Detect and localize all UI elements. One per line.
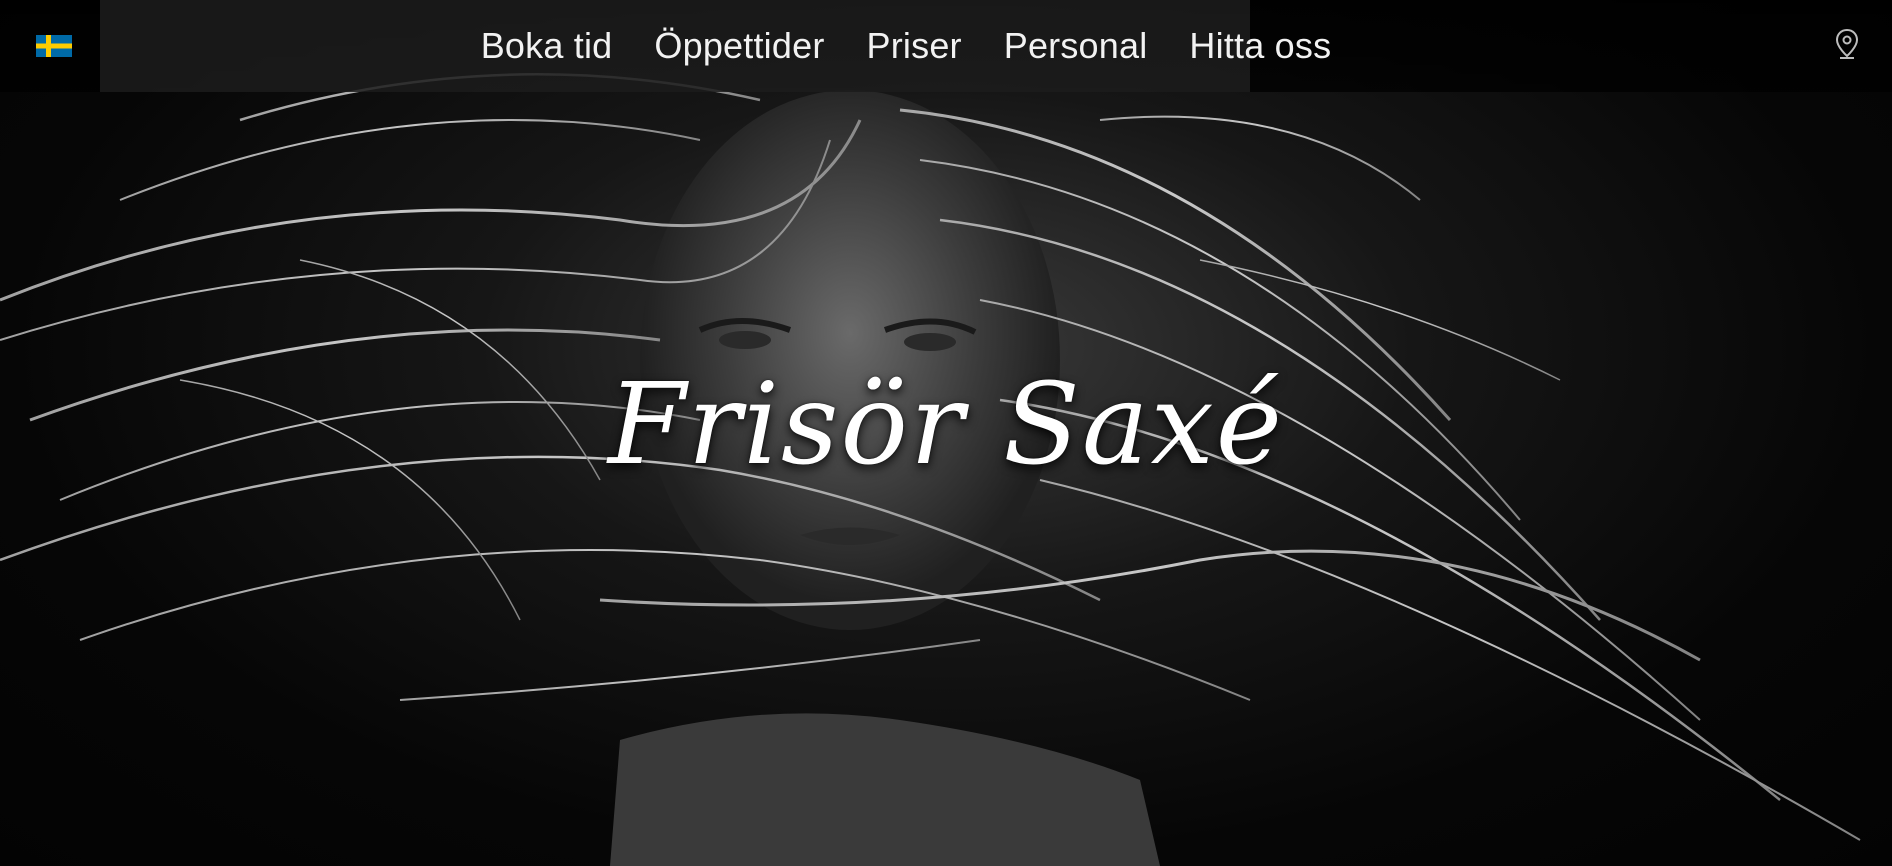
nav-personal[interactable]: Personal [1004, 25, 1148, 67]
brand-title: Frisör Saxé [607, 360, 1285, 490]
map-pin-icon[interactable] [1834, 28, 1860, 60]
nav-oppettider[interactable]: Öppettider [654, 25, 824, 67]
main-nav: Boka tid Öppettider Priser Personal Hitt… [0, 0, 1892, 92]
hero-section: Boka tid Öppettider Priser Personal Hitt… [0, 0, 1892, 866]
nav-priser[interactable]: Priser [867, 25, 962, 67]
top-navigation-bar: Boka tid Öppettider Priser Personal Hitt… [0, 0, 1892, 92]
nav-hitta-oss[interactable]: Hitta oss [1189, 25, 1331, 67]
nav-boka-tid[interactable]: Boka tid [481, 25, 613, 67]
